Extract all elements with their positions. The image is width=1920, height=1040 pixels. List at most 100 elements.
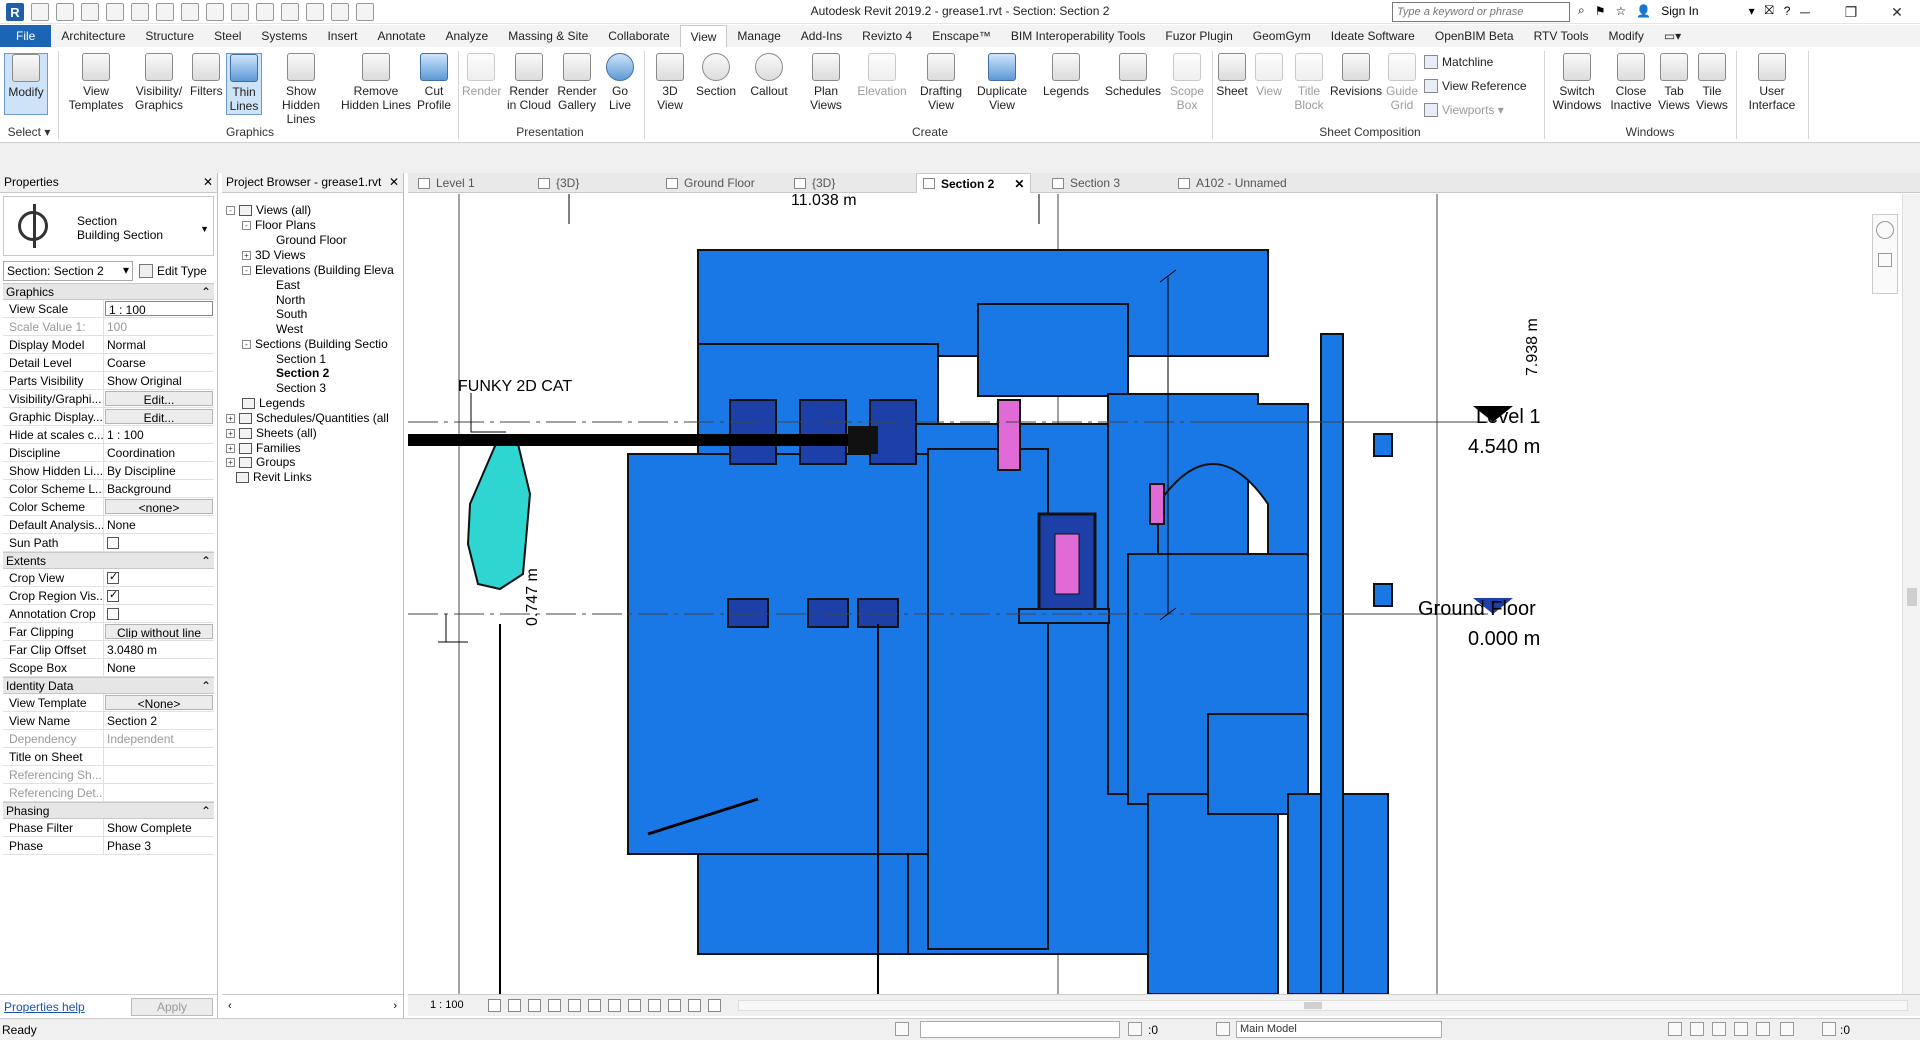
browser-node[interactable]: - Elevations (Building Eleva [242,263,394,277]
browser-node[interactable]: West [276,322,303,336]
filters-button[interactable]: Filters [190,53,223,98]
tab-collaborate[interactable]: Collaborate [598,25,679,47]
tab-modify[interactable]: Modify [1599,25,1654,47]
property-value[interactable]: Clip without line [105,624,213,639]
view-tab-section-3[interactable]: Section 3 [1052,173,1120,193]
close-window-button[interactable]: ✕ [1874,0,1920,24]
phasing-section-header[interactable]: Phasing ⌃ [3,802,214,819]
render-button[interactable]: Render [462,53,501,98]
reveal-hidden-icon[interactable] [628,999,641,1012]
building-model[interactable] [627,249,1393,994]
view-templates-button[interactable]: View Templates [66,53,126,112]
tab-structure[interactable]: Structure [135,25,204,47]
property-value[interactable] [104,534,214,551]
guide-grid-button[interactable]: Guide Grid [1384,53,1420,112]
checkbox[interactable] [107,570,119,584]
checkbox[interactable] [107,608,119,620]
identity-section-header[interactable]: Identity Data ⌃ [3,677,214,694]
view-tab-level-1[interactable]: Level 1 [418,173,475,193]
minimize-button[interactable]: ─ [1782,0,1828,24]
tab-add-ins[interactable]: Add-Ins [791,25,852,47]
background-processes-icon[interactable] [1780,1022,1794,1036]
browser-node[interactable]: - Floor Plans [242,218,316,232]
browser-node[interactable]: + Sheets (all) [226,426,317,440]
view-tab-a102[interactable]: A102 - Unnamed [1178,173,1287,193]
select-links-icon[interactable] [1668,1022,1682,1036]
binoculars-icon[interactable]: ⌕ [1578,3,1585,18]
property-value[interactable]: Phase 3 [104,837,214,854]
tab-revizto[interactable]: Revizto 4 [852,25,922,47]
drawing-canvas[interactable]: 11.038 m 7.938 m 0.747 m FUNKY 2D CAT Le… [408,194,1902,994]
property-value[interactable]: 100 [104,318,214,335]
expand-icon[interactable]: + [242,250,251,260]
close-tab-icon[interactable]: ✕ [1014,174,1024,194]
properties-help-link[interactable]: Properties help [4,1000,85,1014]
section-button[interactable]: Section [692,53,740,98]
active-workset-select[interactable] [920,1021,1120,1038]
expand-icon[interactable]: + [226,413,235,423]
browser-node[interactable]: Revit Links [236,470,312,484]
tab-ideate[interactable]: Ideate Software [1321,25,1425,47]
browser-node[interactable]: + Groups [226,455,295,469]
property-value[interactable]: Show Complete [104,819,214,836]
help-search-input[interactable]: Type a keyword or phrase [1392,2,1570,22]
tab-annotate[interactable]: Annotate [367,25,435,47]
reveal-constraints-icon[interactable] [708,999,721,1012]
navigation-bar[interactable] [1872,214,1898,294]
view-tab-3d-2[interactable]: {3D} [794,173,835,193]
property-value[interactable]: None [104,659,214,676]
browser-node[interactable]: + Families [226,441,301,455]
collapse-icon[interactable]: - [226,205,235,215]
extents-section-header[interactable]: Extents ⌃ [3,552,214,569]
browser-node[interactable]: Legends [242,396,305,410]
maximize-button[interactable]: ❐ [1828,0,1874,24]
checkbox[interactable] [107,537,119,549]
browser-node[interactable]: Section 1 [276,352,326,366]
select-underlay-icon[interactable] [1690,1022,1704,1036]
ground-floor-name[interactable]: Ground Floor [1418,598,1536,621]
property-value[interactable]: Coordination [104,444,214,461]
view-tab-ground-floor[interactable]: Ground Floor [666,173,755,193]
expand-icon[interactable]: + [226,457,235,467]
select-dropdown[interactable]: Select ▾ [4,125,54,139]
checkbox[interactable] [107,588,119,602]
ribbon-minimize-icon[interactable]: ▭▾ [1654,25,1691,47]
canvas-hscroll[interactable] [738,1000,1908,1011]
property-value[interactable] [104,784,214,801]
tab-fuzor[interactable]: Fuzor Plugin [1155,25,1242,47]
property-value[interactable]: Section 2 [104,712,214,729]
property-value[interactable]: Show Original [104,372,214,389]
scroll-thumb[interactable] [1304,1002,1322,1009]
cat-label[interactable]: FUNKY 2D CAT [458,378,572,396]
property-value[interactable] [104,605,214,622]
tab-bim-interoperability[interactable]: BIM Interoperability Tools [1001,25,1156,47]
tab-file[interactable]: File [0,25,52,47]
view-tab-3d[interactable]: {3D} [538,173,579,193]
crop-view-icon[interactable] [568,999,581,1012]
view-tab-section-2[interactable]: Section 2 ✕ [916,173,1032,194]
user-interface-button[interactable]: User Interface [1742,53,1802,112]
property-value[interactable]: 3.0480 m [104,641,214,658]
3d-view-button[interactable]: 3D View [652,53,688,112]
scope-box-button[interactable]: Scope Box [1166,53,1208,112]
browser-node[interactable]: North [276,293,305,307]
callout-button[interactable]: Callout [744,53,794,98]
graphics-section-header[interactable]: Graphics ⌃ [3,283,214,300]
property-value[interactable]: Coarse [104,354,214,371]
tab-views-button[interactable]: Tab Views [1656,53,1692,112]
view-reference-button[interactable]: View Reference [1424,79,1527,93]
property-value[interactable]: Edit... [105,409,213,424]
instance-filter-select[interactable]: Section: Section 2 [3,261,133,281]
visibility-graphics-button[interactable]: Visibility/ Graphics [130,53,188,112]
place-view-button[interactable]: View [1252,53,1286,98]
thin-lines-button[interactable]: Thin Lines [226,53,262,115]
level-1-elevation[interactable]: 4.540 m [1468,436,1540,459]
browser-node[interactable]: East [276,278,300,292]
tab-view[interactable]: View [679,25,728,47]
go-live-button[interactable]: Go Live [600,53,640,112]
design-option-select[interactable]: Main Model [1236,1021,1442,1038]
collapse-icon[interactable]: - [242,339,251,349]
browser-node[interactable]: South [276,307,307,321]
select-pinned-icon[interactable] [1712,1022,1726,1036]
switch-windows-button[interactable]: Switch Windows [1552,53,1602,112]
